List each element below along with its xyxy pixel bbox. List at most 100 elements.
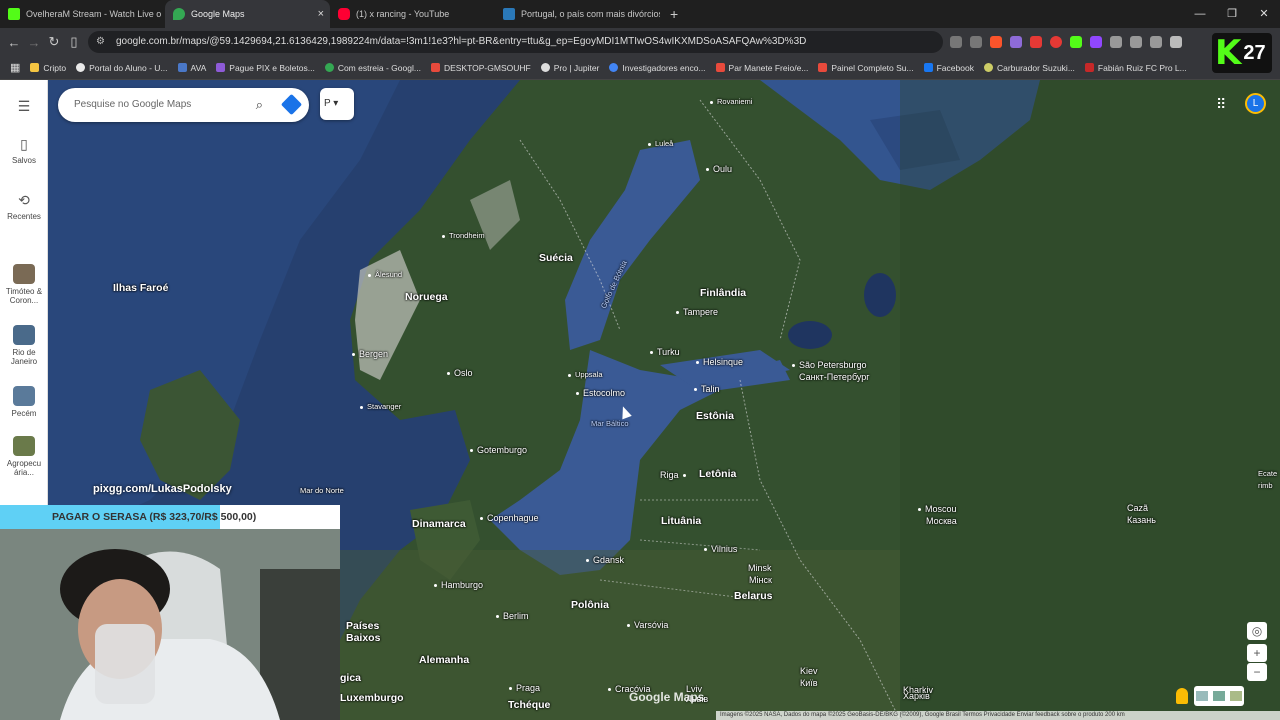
map-label-country[interactable]: Estônia — [696, 410, 734, 422]
bookmark-item[interactable]: Pague PIX e Boletos... — [216, 63, 315, 73]
bookmark-item[interactable]: Par Manete Freio/e... — [715, 63, 808, 73]
bookmark-item[interactable]: DESKTOP-GMSOUHF — [430, 63, 531, 73]
map-label-city[interactable]: Berlim — [496, 611, 529, 621]
search-icon[interactable]: ⌕ — [256, 88, 263, 122]
map-label-territory[interactable]: Ilhas Faroé — [113, 282, 168, 294]
map-label-city[interactable]: Minsk — [748, 563, 772, 573]
map-label-city[interactable]: Ålesund — [368, 270, 402, 279]
close-window-icon[interactable]: ✕ — [1248, 0, 1280, 28]
map-label-city[interactable]: Cazã — [1127, 503, 1148, 513]
map-label-city[interactable]: Varsóvia — [627, 620, 668, 630]
tab-portugal-article[interactable]: Portugal, o país com mais divórcios d — [495, 0, 660, 28]
tab-youtube[interactable]: (1) x rancing - YouTube — [330, 0, 495, 28]
filter-dropdown-button[interactable]: P ▾ — [320, 88, 354, 120]
map-label-city[interactable]: Riga — [660, 470, 690, 480]
map-label-country[interactable]: Finlândia — [700, 287, 746, 299]
map-label-city[interactable]: Gdansk — [586, 555, 624, 565]
map-label-city[interactable]: Talin — [694, 384, 720, 394]
map-label-city[interactable]: Helsinque — [696, 357, 743, 367]
street-view-pegman-icon[interactable] — [1176, 688, 1188, 704]
map-label-city[interactable]: Trondheim — [442, 231, 485, 240]
saved-button[interactable]: ▯ Salvos — [0, 136, 48, 165]
close-tab-icon[interactable]: × — [318, 8, 324, 20]
map-label-city[interactable]: Gotemburgo — [470, 445, 527, 455]
extension-purple-icon[interactable] — [1010, 36, 1022, 48]
map-label-city[interactable]: Moscou — [918, 504, 957, 514]
map-label-city[interactable]: Copenhague — [480, 513, 539, 523]
map-label-country[interactable]: Dinamarca — [412, 518, 466, 530]
bookmark-item[interactable]: Investigadores enco... — [609, 63, 706, 73]
apps-grid-icon[interactable]: ▦ — [10, 61, 20, 74]
recent-place-item[interactable]: Agropecu ária... — [0, 436, 48, 477]
address-bar[interactable]: ⚙ google.com.br/maps/@59.1429694,21.6136… — [88, 31, 943, 53]
extension-tv-icon[interactable] — [1090, 36, 1102, 48]
map-label-country[interactable]: Belarus — [734, 590, 773, 602]
directions-icon[interactable] — [280, 93, 303, 116]
bookmark-item[interactable]: AVA — [177, 63, 206, 73]
map-label-city[interactable]: Oslo — [447, 368, 473, 378]
bookmark-item[interactable]: Portal do Aluno - U... — [76, 63, 168, 73]
sidebar-toggle-icon[interactable] — [1170, 36, 1182, 48]
zoom-in-button[interactable]: + — [1247, 644, 1267, 662]
map-label-country[interactable]: Alemanha — [419, 654, 469, 666]
map-label-country[interactable]: Tchéque — [508, 699, 550, 711]
extension-green-icon[interactable] — [1070, 36, 1082, 48]
map-label-country[interactable]: Lituânia — [661, 515, 701, 527]
bookmark-page-icon[interactable]: ▯ — [64, 34, 84, 50]
cast-icon[interactable] — [950, 36, 962, 48]
map-label-country[interactable]: Países Baixos — [346, 620, 380, 644]
recents-button[interactable]: ⟲ Recentes — [0, 192, 48, 221]
new-tab-button[interactable]: + — [660, 0, 688, 28]
menu-button[interactable]: ☰ — [0, 98, 48, 118]
back-icon[interactable]: ← — [4, 35, 24, 50]
bookmark-item[interactable]: Com estreia - Googl... — [324, 63, 421, 73]
my-location-button[interactable]: ◎ — [1247, 622, 1267, 640]
extension-opera-icon[interactable] — [1050, 36, 1062, 48]
map-label-city[interactable]: Estocolmo — [576, 388, 625, 398]
extension-gear-icon[interactable] — [1130, 36, 1142, 48]
map-label-city[interactable]: Hamburgo — [434, 580, 483, 590]
map-label-city[interactable]: Praga — [509, 683, 540, 693]
reload-icon[interactable]: ↻ — [44, 34, 64, 50]
map-label-city[interactable]: Ecate rimb — [1258, 468, 1277, 492]
zoom-out-button[interactable]: − — [1247, 663, 1267, 681]
bookmark-item[interactable]: Painel Completo Su... — [818, 63, 914, 73]
extension-box-icon[interactable] — [1150, 36, 1162, 48]
share-icon[interactable] — [970, 36, 982, 48]
bookmark-item[interactable]: Fabián Ruiz FC Pro L... — [1084, 63, 1187, 73]
recent-place-item[interactable]: Pecém — [0, 386, 48, 418]
recent-place-item[interactable]: Timóteo & Coron... — [0, 264, 48, 305]
map-label-country[interactable]: Polônia — [571, 599, 609, 611]
bookmark-item[interactable]: Carburador Suzuki... — [983, 63, 1075, 73]
map-label-city[interactable]: Bergen — [352, 349, 388, 359]
google-apps-icon[interactable]: ⠿ — [1216, 96, 1226, 113]
extension-red-icon[interactable] — [1030, 36, 1042, 48]
layers-toggle[interactable] — [1194, 686, 1244, 706]
bookmark-item[interactable]: Cripto — [30, 63, 66, 73]
bookmark-item[interactable]: Facebook — [923, 63, 974, 73]
brave-shield-icon[interactable] — [990, 36, 1002, 48]
map-label-country[interactable]: Letônia — [699, 468, 736, 480]
map-label-city[interactable]: Uppsala — [568, 370, 603, 379]
map-label-city[interactable]: Luleå — [648, 139, 673, 148]
tab-kick-stream[interactable]: OvelheraM Stream - Watch Live o — [0, 0, 165, 28]
map-label-city[interactable]: Oulu — [706, 164, 732, 174]
map-label-city[interactable]: São Petersburgo — [792, 360, 867, 370]
tab-google-maps[interactable]: Google Maps × — [165, 0, 330, 28]
map-label-city[interactable]: Tampere — [676, 307, 718, 317]
map-label-city[interactable]: Stavanger — [360, 402, 401, 411]
map-attribution-bar[interactable]: Imagens ©2025 NASA, Dados do mapa ©2025 … — [716, 711, 1280, 720]
map-label-country[interactable]: Noruega — [405, 291, 448, 303]
map-label-country[interactable]: Suécia — [539, 252, 573, 264]
map-label-country-partial[interactable]: gica — [340, 672, 361, 684]
map-label-country[interactable]: Luxemburgo — [340, 692, 404, 704]
map-label-city[interactable]: Kiev — [800, 666, 818, 676]
restore-icon[interactable]: ❐ — [1216, 0, 1248, 28]
site-info-icon[interactable]: ⚙ — [96, 31, 105, 53]
map-label-city[interactable]: Rovaniemi — [710, 97, 752, 106]
account-avatar[interactable]: L — [1245, 93, 1266, 114]
minimize-icon[interactable]: — — [1184, 0, 1216, 28]
bookmark-item[interactable]: Pro | Jupiter — [540, 63, 599, 73]
map-label-city[interactable]: Turku — [650, 347, 680, 357]
maps-search-box[interactable]: Pesquise no Google Maps ⌕ — [58, 88, 309, 122]
